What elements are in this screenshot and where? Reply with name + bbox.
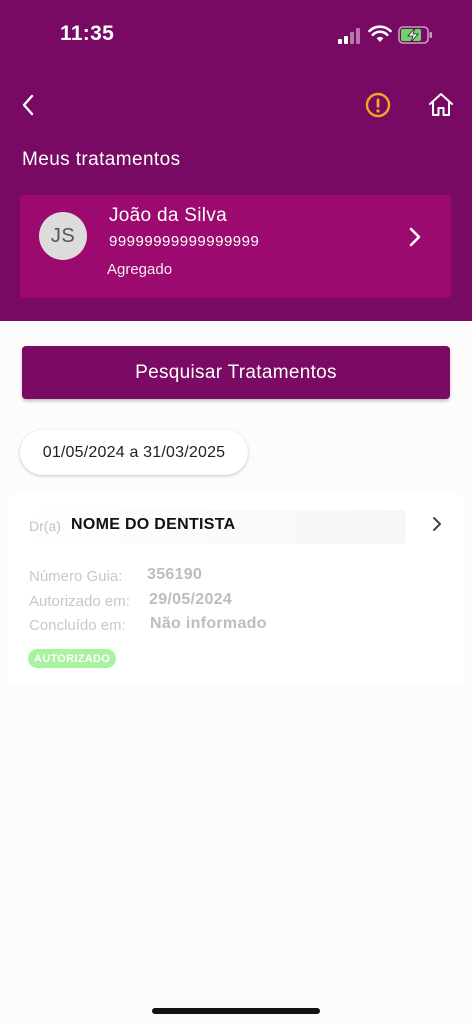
search-treatments-button[interactable]: Pesquisar Tratamentos	[22, 346, 450, 399]
status-badge: AUTORIZADO	[28, 649, 117, 668]
avatar: JS	[39, 212, 87, 260]
dentist-row: Dr(a) NOME DO DENTISTA	[20, 510, 406, 544]
home-indicator	[152, 1008, 320, 1014]
date-range-chip[interactable]: 01/05/2024 a 31/03/2025	[20, 430, 248, 475]
patient-card[interactable]: JS João da Silva 99999999999999999 Agreg…	[20, 195, 451, 298]
battery-charging-icon	[398, 26, 432, 44]
guide-number-value: 356190	[147, 566, 203, 583]
home-icon	[429, 93, 453, 116]
treatment-card[interactable]: Dr(a) NOME DO DENTISTA Número Guia: 3561…	[8, 494, 464, 684]
home-button[interactable]	[426, 90, 456, 120]
wifi-icon	[368, 25, 392, 42]
alert-button[interactable]	[363, 90, 393, 120]
chevron-right-icon	[433, 517, 441, 531]
chevron-right-icon	[409, 227, 421, 247]
status-time: 11:35	[60, 22, 115, 45]
guide-number-label: Número Guia:	[29, 568, 123, 585]
chevron-left-icon	[22, 94, 34, 116]
patient-type: Agregado	[107, 261, 173, 278]
dentist-name: NOME DO DENTISTA	[71, 516, 236, 533]
header: 11:35 Meus tratamentos JS João da Silva …	[0, 0, 472, 321]
patient-id: 99999999999999999	[109, 233, 260, 250]
completed-date-value: Não informado	[150, 615, 267, 632]
back-button[interactable]	[14, 90, 42, 120]
alert-icon	[365, 92, 391, 118]
authorized-date-label: Autorizado em:	[29, 593, 130, 610]
dentist-prefix: Dr(a)	[29, 518, 61, 534]
completed-date-label: Concluído em:	[29, 617, 126, 634]
status-bar: 11:35	[0, 0, 472, 70]
authorized-date-value: 29/05/2024	[149, 591, 233, 608]
page-title: Meus tratamentos	[22, 149, 181, 170]
patient-name: João da Silva	[109, 205, 227, 226]
cellular-signal-icon	[338, 28, 360, 44]
